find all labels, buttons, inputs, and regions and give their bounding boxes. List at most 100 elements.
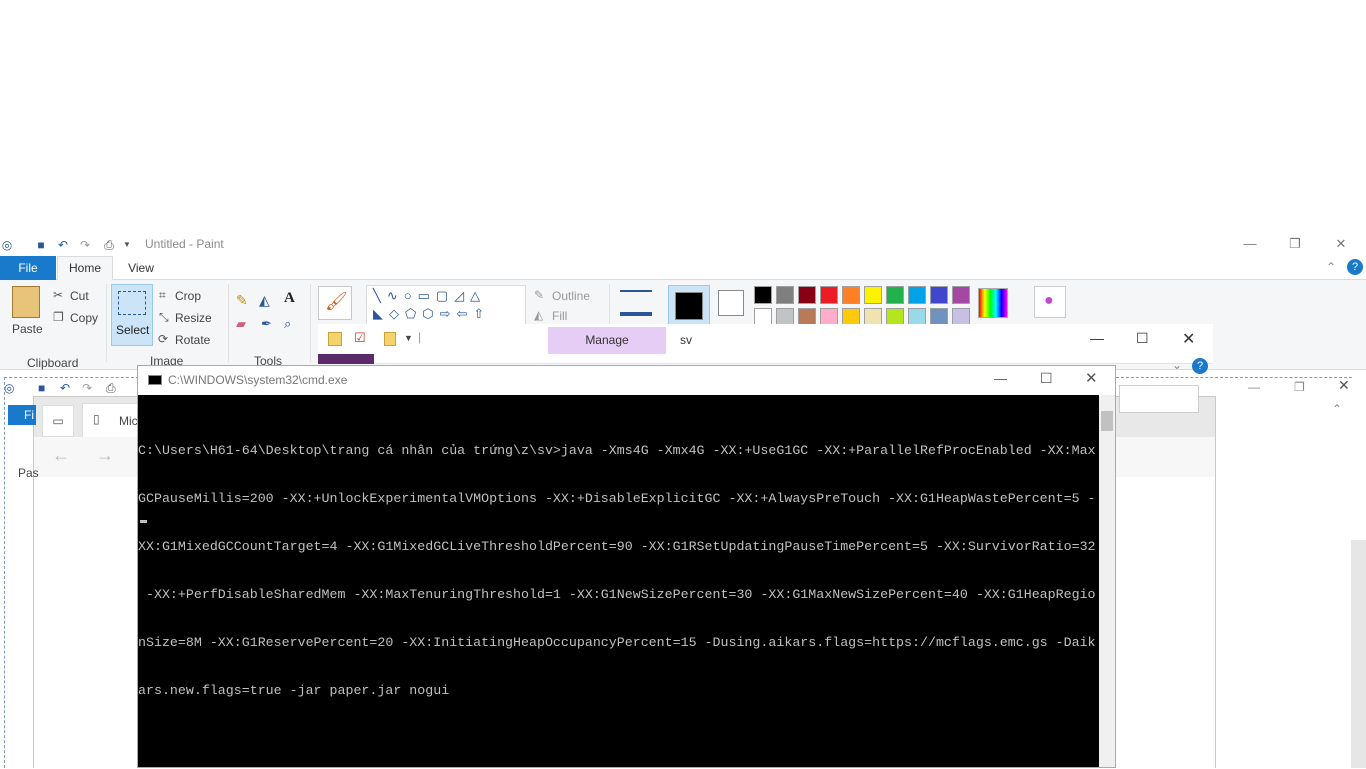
maximize-button[interactable]: ☐: [1136, 330, 1149, 347]
shape-icons-row-1: ╲∿○▭▢◿△: [373, 288, 487, 303]
brushes-button[interactable]: 🖌: [318, 286, 352, 320]
close-button[interactable]: ✕: [1182, 329, 1195, 349]
redo-icon[interactable]: ↷: [78, 238, 92, 252]
paint3d-button[interactable]: ●: [1034, 286, 1066, 318]
color-swatch[interactable]: [930, 286, 948, 304]
color-picker-icon[interactable]: ✒: [261, 316, 272, 332]
pencil-icon[interactable]: ✎: [236, 292, 248, 309]
color-swatch[interactable]: [798, 286, 816, 304]
select-button[interactable]: Select: [111, 284, 153, 346]
cut-button[interactable]: Cut: [70, 289, 89, 303]
crop-button[interactable]: Crop: [175, 289, 201, 303]
tab-file[interactable]: File: [0, 256, 56, 280]
magnifier-icon[interactable]: ⌕: [284, 316, 291, 332]
expand-ribbon-icon[interactable]: ⌄: [1172, 358, 1182, 372]
divider: [310, 284, 311, 362]
color-swatch[interactable]: [952, 286, 970, 304]
shapes-gallery[interactable]: ╲∿○▭▢◿△ ◣◇⬠⬡⇨⇦⇧: [366, 285, 526, 325]
paint2-save-icon[interactable]: ■: [38, 381, 45, 395]
tab-view[interactable]: View: [117, 256, 165, 280]
color-swatch[interactable]: [754, 286, 772, 304]
select-label: Select: [116, 323, 150, 337]
explorer-search-box[interactable]: [1119, 385, 1199, 413]
fill-bucket-icon[interactable]: ◭: [259, 292, 270, 309]
color2-swatch[interactable]: [718, 290, 744, 316]
paint2-app-icon: ◎: [4, 381, 15, 395]
text-tool-icon[interactable]: A: [284, 290, 295, 307]
paint2-restore-button[interactable]: ❐: [1294, 380, 1305, 394]
collapse-ribbon-icon[interactable]: ⌃: [1326, 260, 1336, 274]
save-icon[interactable]: ■: [34, 238, 48, 252]
restore-button[interactable]: ❐: [1280, 232, 1310, 256]
tab-home[interactable]: Home: [57, 256, 113, 281]
cmd-output[interactable]: C:\Users\H61-64\Desktop\trang cá nhân củ…: [138, 411, 1098, 767]
copy-button[interactable]: Copy: [70, 311, 98, 325]
paint2-window-edge-right: [1116, 377, 1352, 378]
paint2-print-icon[interactable]: ⎙: [106, 381, 116, 396]
paint3d-icon: ●: [1044, 292, 1054, 309]
cut-icon: ✂: [53, 288, 64, 302]
paint2-paste-label: Pas: [18, 466, 39, 480]
rotate-button[interactable]: Rotate: [175, 333, 210, 347]
folder-window-ribbon: ☑ ▼ | Manage sv — ☐ ✕: [318, 324, 1213, 364]
paste-icon[interactable]: [12, 286, 40, 318]
cmd-line: XX:G1MixedGCCountTarget=4 -XX:G1MixedGCL…: [138, 539, 1096, 554]
paint-app-icon: ◎: [1, 238, 13, 252]
fill-icon: ◭: [534, 308, 544, 322]
help-icon[interactable]: ?: [1347, 259, 1363, 275]
color-swatch[interactable]: [842, 286, 860, 304]
brush-icon: 🖌: [325, 291, 348, 311]
size-icon[interactable]: [620, 290, 652, 316]
edit-colors-button[interactable]: [978, 288, 1008, 318]
folder-icon: [328, 332, 342, 346]
paint2-redo-icon[interactable]: ↷: [82, 381, 92, 395]
cmd-minimize-button[interactable]: —: [994, 371, 1007, 386]
minimize-button[interactable]: —: [1090, 330, 1104, 346]
paint-title: Untitled - Paint: [145, 237, 224, 251]
cmd-scrollbar[interactable]: [1099, 395, 1115, 767]
paint2-scrollbar[interactable]: [1351, 540, 1366, 768]
color-swatch[interactable]: [864, 286, 882, 304]
paste-button[interactable]: Paste: [12, 322, 43, 336]
color-swatch[interactable]: [776, 286, 794, 304]
paint2-file-tab[interactable]: Fi: [8, 405, 36, 425]
new-folder-icon[interactable]: [384, 332, 396, 346]
print-icon[interactable]: ⎙: [102, 238, 116, 252]
cmd-line: -XX:+PerfDisableSharedMem -XX:MaxTenurin…: [138, 587, 1096, 602]
color-swatch[interactable]: [908, 286, 926, 304]
paint2-window-edge: [4, 377, 139, 768]
cmd-maximize-button[interactable]: ☐: [1040, 370, 1053, 387]
file-tab-strip[interactable]: [318, 354, 374, 364]
close-button[interactable]: ✕: [1326, 232, 1356, 256]
manage-tab[interactable]: Manage: [548, 327, 666, 354]
paint2-collapse-icon[interactable]: ⌃: [1332, 402, 1342, 416]
properties-icon[interactable]: ☑: [354, 330, 366, 346]
divider: |: [418, 330, 422, 344]
rotate-icon: ⟳: [158, 332, 169, 346]
undo-icon[interactable]: ↶: [56, 238, 70, 252]
cmd-scroll-thumb[interactable]: [1101, 411, 1113, 431]
cmd-icon: [148, 375, 162, 385]
color-swatch[interactable]: [886, 286, 904, 304]
cmd-close-button[interactable]: ✕: [1085, 369, 1098, 387]
cmd-line: GCPauseMillis=200 -XX:+UnlockExperimenta…: [138, 491, 1096, 506]
clipboard-group-label: Clipboard: [27, 356, 79, 370]
cmd-line: nSize=8M -XX:G1ReservePercent=20 -XX:Ini…: [138, 635, 1096, 650]
color-swatch[interactable]: [820, 286, 838, 304]
outline-dropdown[interactable]: Outline: [552, 289, 590, 303]
minimize-button[interactable]: —: [1235, 232, 1265, 256]
quick-access-dropdown-icon[interactable]: ▼: [404, 333, 413, 343]
fill-dropdown[interactable]: Fill: [552, 309, 567, 323]
help-icon[interactable]: ?: [1192, 358, 1208, 374]
cmd-titlebar: C:\WINDOWS\system32\cmd.exe — ☐ ✕: [138, 366, 1115, 395]
cmd-window: C:\WINDOWS\system32\cmd.exe — ☐ ✕ C:\Use…: [137, 365, 1116, 768]
eraser-icon[interactable]: ▰: [236, 316, 246, 332]
cmd-line: ars.new.flags=true -jar paper.jar nogui: [138, 683, 450, 698]
paint2-undo-icon[interactable]: ↶: [60, 381, 70, 395]
resize-icon: ⤡: [159, 310, 169, 324]
paint2-close-button[interactable]: ✕: [1338, 377, 1350, 394]
color1-button[interactable]: [668, 285, 710, 327]
resize-button[interactable]: Resize: [175, 311, 212, 325]
quick-access-dropdown-icon[interactable]: ▼: [120, 238, 134, 252]
paint2-minimize-button[interactable]: —: [1248, 380, 1260, 394]
